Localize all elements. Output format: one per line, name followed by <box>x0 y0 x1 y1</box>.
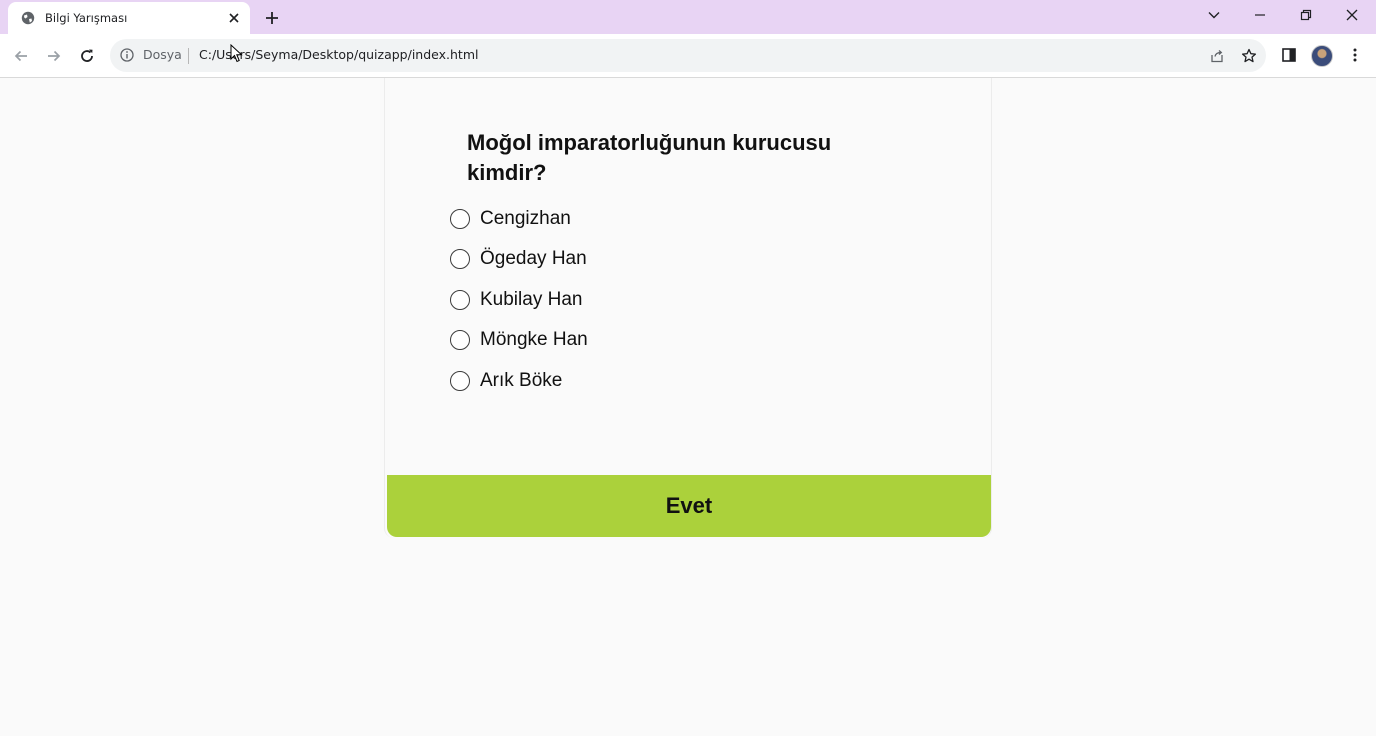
answer-label: Arık Böke <box>480 370 563 391</box>
title-bar: Bilgi Yarışması <box>0 0 1376 34</box>
close-window-icon[interactable] <box>1338 4 1366 26</box>
radio-button[interactable] <box>450 290 470 310</box>
answer-option[interactable]: Möngke Han <box>450 327 650 353</box>
answer-label: Cengizhan <box>480 208 571 229</box>
answer-label: Möngke Han <box>480 329 588 350</box>
share-icon[interactable] <box>1207 46 1227 66</box>
site-label: Dosya <box>143 47 182 62</box>
answer-label: Ögeday Han <box>480 248 587 269</box>
more-menu-icon[interactable] <box>1344 44 1366 66</box>
answer-option[interactable]: Kubilay Han <box>450 287 650 313</box>
tab-title: Bilgi Yarışması <box>45 11 128 25</box>
radio-button[interactable] <box>450 371 470 391</box>
close-tab-icon[interactable] <box>226 10 242 26</box>
mouse-cursor-icon <box>230 44 243 63</box>
new-tab-icon[interactable] <box>262 8 282 28</box>
question-text: Moğol imparatorluğunun kurucusu kimdir? <box>467 130 832 185</box>
answer-option[interactable]: Cengizhan <box>450 206 650 232</box>
tab-search-chevron-icon[interactable] <box>1200 4 1228 26</box>
answer-option[interactable]: Ögeday Han <box>450 246 650 272</box>
radio-button[interactable] <box>450 249 470 269</box>
restore-icon[interactable] <box>1292 4 1320 26</box>
side-panel-icon[interactable] <box>1278 44 1300 66</box>
submit-button[interactable]: Evet <box>387 475 991 537</box>
info-icon[interactable] <box>119 47 135 63</box>
back-arrow-icon[interactable] <box>8 43 34 69</box>
bookmark-star-icon[interactable] <box>1239 46 1259 66</box>
address-bar[interactable]: Dosya C:/Users/Seyma/Desktop/quizapp/ind… <box>110 39 1266 72</box>
reload-icon[interactable] <box>74 43 100 69</box>
quiz-card: Moğol imparatorluğunun kurucusu kimdir? … <box>384 78 992 538</box>
minimize-icon[interactable] <box>1246 4 1274 26</box>
address-divider <box>188 48 189 64</box>
radio-button[interactable] <box>450 330 470 350</box>
answer-label: Kubilay Han <box>480 289 583 310</box>
submit-label: Evet <box>665 493 713 518</box>
globe-icon <box>20 10 36 26</box>
answer-option[interactable]: Arık Böke <box>450 368 650 394</box>
browser-tab[interactable]: Bilgi Yarışması <box>8 2 250 34</box>
profile-avatar[interactable] <box>1311 45 1333 67</box>
radio-button[interactable] <box>450 209 470 229</box>
browser-toolbar: Dosya C:/Users/Seyma/Desktop/quizapp/ind… <box>0 34 1376 78</box>
forward-arrow-icon[interactable] <box>41 43 67 69</box>
